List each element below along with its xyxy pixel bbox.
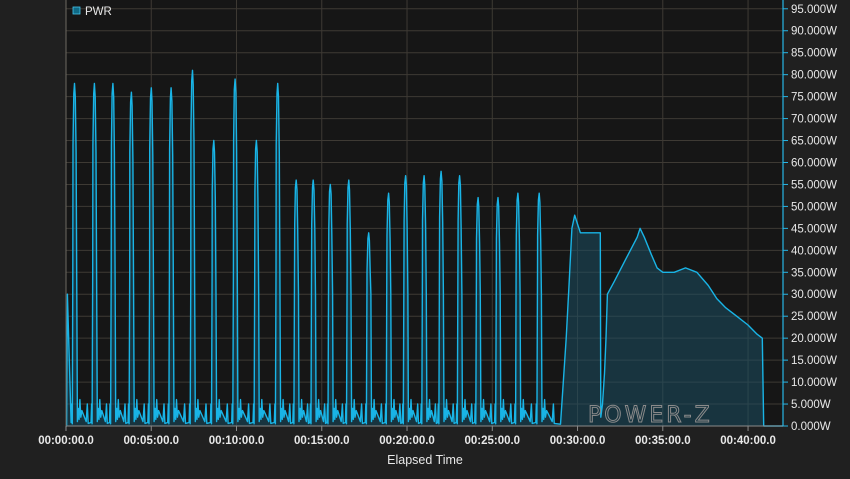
y-tick-label: 25.000W (791, 311, 837, 323)
x-tick-label: 00:40:00.0 (720, 435, 776, 447)
y-tick-label: 65.000W (791, 136, 837, 148)
x-tick-label: 00:00:00.0 (38, 435, 94, 447)
y-tick-label: 10.000W (791, 377, 837, 389)
x-tick-label: 00:35:00.0 (635, 435, 691, 447)
y-tick-label: 70.000W (791, 114, 837, 126)
y-tick-label: 55.000W (791, 179, 837, 191)
x-tick-label: 00:20:00.0 (379, 435, 435, 447)
watermark-logo: POWER-Z (588, 403, 713, 428)
x-tick-label: 00:10:00.0 (209, 435, 265, 447)
power-chart: 0.000W 5.000W 10.000W 15.000W 20.000W 25.000W… (38, 0, 837, 467)
x-axis-tick-labels: 00:00:00.0 00:05:00.0 00:10:00.0 00:15:00.0… (38, 435, 776, 447)
y-tick-label: 80.000W (791, 70, 837, 82)
legend-label-pwr: PWR (85, 6, 112, 18)
y-tick-label: 5.000W (791, 399, 831, 411)
y-tick-label: 15.000W (791, 355, 837, 367)
legend-swatch-pwr (72, 6, 81, 15)
y-tick-label: 95.000W (791, 4, 837, 16)
y-tick-label: 35.000W (791, 267, 837, 279)
y-tick-label: 30.000W (791, 289, 837, 301)
y-tick-label: 60.000W (791, 157, 837, 169)
x-axis-title: Elapsed Time (387, 453, 463, 467)
y-tick-label: 75.000W (791, 92, 837, 104)
y-tick-label: 50.000W (791, 201, 837, 213)
y-axis-tick-labels: 0.000W 5.000W 10.000W 15.000W 20.000W 25.000W… (791, 4, 837, 433)
y-tick-label: 90.000W (791, 26, 837, 38)
x-tick-label: 00:15:00.0 (294, 435, 350, 447)
y-tick-label: 45.000W (791, 223, 837, 235)
y-tick-label: 0.000W (791, 421, 831, 433)
x-tick-label: 00:30:00.0 (550, 435, 606, 447)
y-tick-label: 85.000W (791, 48, 837, 60)
y-tick-label: 20.000W (791, 333, 837, 345)
x-tick-label: 00:25:00.0 (464, 435, 520, 447)
x-tick-label: 00:05:00.0 (123, 435, 179, 447)
y-tick-label: 40.000W (791, 245, 837, 257)
